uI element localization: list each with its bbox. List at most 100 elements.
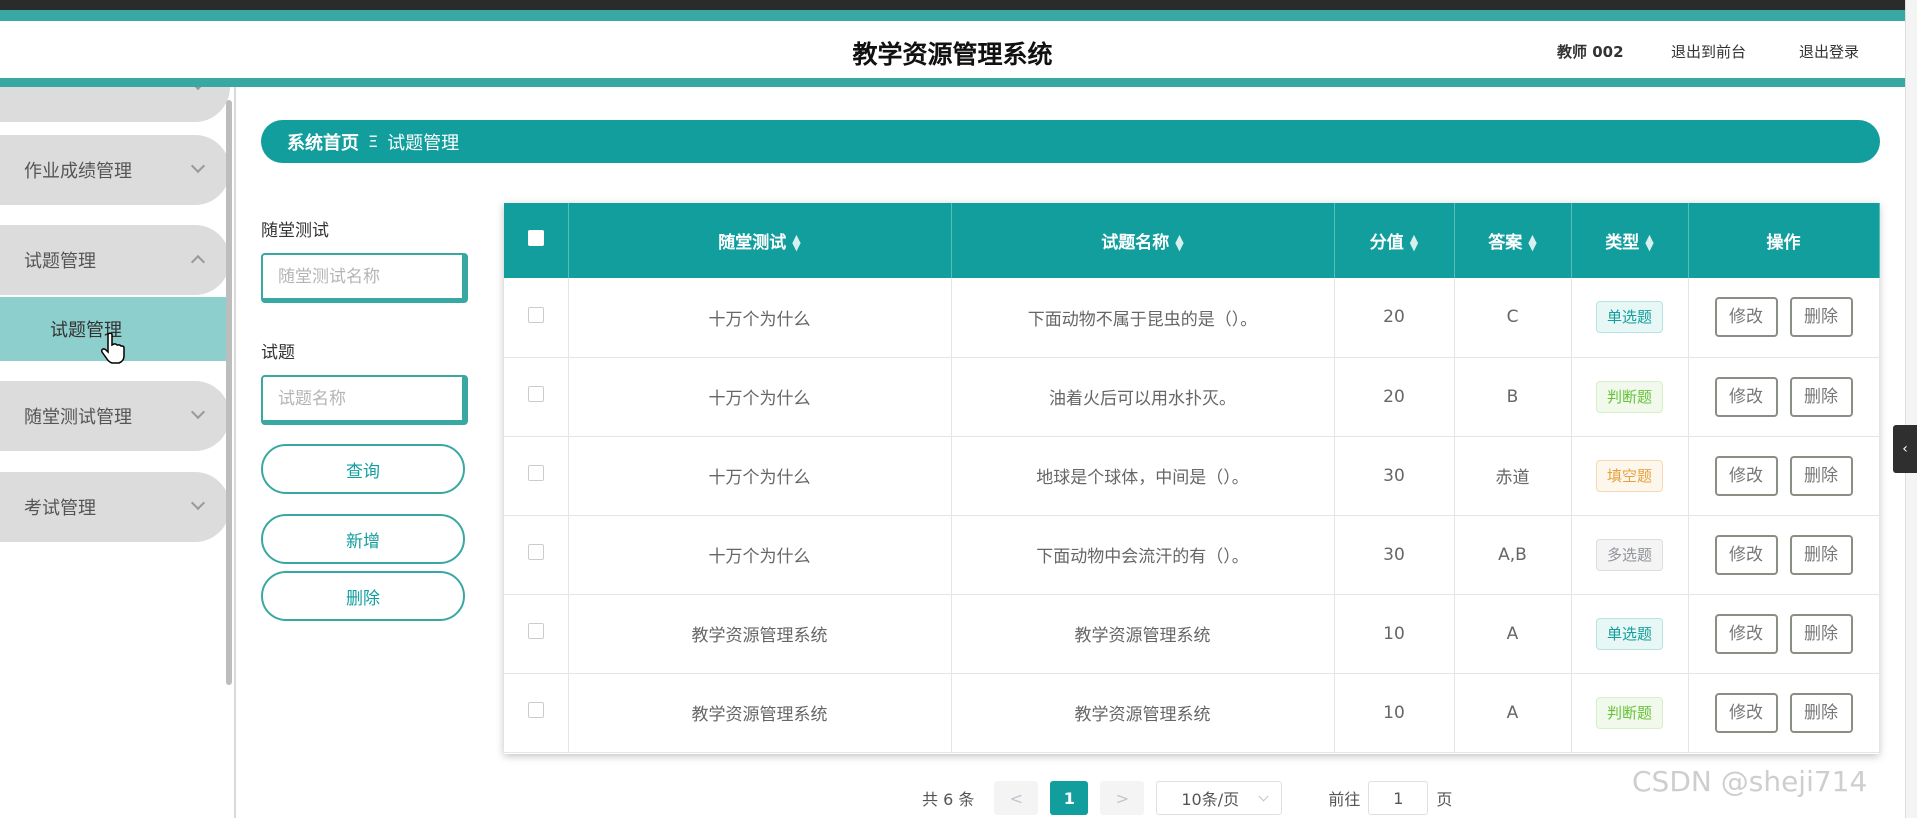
delete-button[interactable]: 删除 <box>1789 613 1853 654</box>
table-row: 教学资源管理系统 教学资源管理系统 10 A 单选题 修改 删除 <box>504 594 1880 674</box>
cell-answer: A <box>1454 594 1572 674</box>
edit-button[interactable]: 修改 <box>1714 376 1778 417</box>
type-tag: 填空题 <box>1595 459 1663 492</box>
table-header-row: 随堂测试 ▲ ▼ 试题名称 ▲ ▼ 分值 ▲ ▼ 答案 ▲ ▼ 类型 ▲ ▼ 操作 <box>504 203 1880 278</box>
table-row: 十万个为什么 下面动物不属于昆虫的是（）。 20 C 单选题 修改 删除 <box>504 278 1880 358</box>
sidebar-item-questions[interactable]: 试题管理 <box>0 225 230 295</box>
delete-button[interactable]: 删除 <box>1789 297 1853 338</box>
prev-page-button[interactable]: < <box>994 781 1039 815</box>
table-row: 十万个为什么 油着火后可以用水扑灭。 20 B 判断题 修改 删除 <box>504 357 1880 437</box>
logout-link[interactable]: 退出登录 <box>1799 41 1859 62</box>
cell-question: 下面动物中会流汗的有（）。 <box>951 515 1335 595</box>
type-tag: 多选题 <box>1595 538 1663 571</box>
column-header-score[interactable]: 分值 ▲ ▼ <box>1334 203 1455 278</box>
sidebar-divider <box>234 87 236 818</box>
sidebar-item-homework-grades[interactable]: 作业成绩管理 <box>0 135 230 205</box>
breadcrumb-separator-icon: Ξ <box>368 132 379 151</box>
query-button[interactable]: 查询 <box>261 444 465 494</box>
cell-question: 教学资源管理系统 <box>951 673 1335 753</box>
delete-button[interactable]: 删除 <box>1789 534 1853 575</box>
row-checkbox[interactable] <box>527 386 544 402</box>
collapse-panel-toggle[interactable]: ‹ <box>1893 425 1917 473</box>
goto-label: 前往 <box>1328 790 1361 809</box>
breadcrumb-current: 试题管理 <box>387 132 460 154</box>
cell-test: 教学资源管理系统 <box>568 673 952 753</box>
chevron-down-icon <box>190 404 206 420</box>
sidebar: 作业成绩管理 试题管理 试题管理 随堂测试管理 考试管理 <box>0 87 234 818</box>
watermark: CSDN @sheji714 <box>1632 765 1868 798</box>
test-label: 随堂测试 <box>261 221 329 241</box>
type-tag: 单选题 <box>1595 301 1663 334</box>
sidebar-item-exams[interactable]: 考试管理 <box>0 472 230 542</box>
table-row: 十万个为什么 地球是个球体，中间是（）。 30 赤道 填空题 修改 删除 <box>504 436 1880 516</box>
cell-score: 30 <box>1334 515 1455 595</box>
sort-icon[interactable]: ▲ ▼ <box>1528 233 1536 252</box>
select-all-checkbox[interactable] <box>527 230 544 246</box>
cell-score: 20 <box>1334 278 1455 358</box>
cell-score: 10 <box>1334 594 1455 674</box>
cell-question: 下面动物不属于昆虫的是（）。 <box>951 278 1335 358</box>
row-checkbox[interactable] <box>527 623 544 639</box>
goto-page-input[interactable]: 1 <box>1368 781 1429 815</box>
cell-score: 20 <box>1334 357 1455 437</box>
back-to-front-link[interactable]: 退出到前台 <box>1671 41 1746 62</box>
hand-cursor-icon <box>101 332 125 364</box>
cell-question: 教学资源管理系统 <box>951 594 1335 674</box>
sidebar-item-hidden[interactable] <box>0 87 230 122</box>
header: 教学资源管理系统 教师 002 退出到前台 退出登录 <box>0 21 1905 78</box>
edit-button[interactable]: 修改 <box>1714 297 1778 338</box>
chevron-up-icon <box>190 254 206 270</box>
delete-button[interactable]: 删除 <box>1789 376 1853 417</box>
row-checkbox[interactable] <box>527 544 544 560</box>
delete-button[interactable]: 删除 <box>1789 692 1853 733</box>
edit-button[interactable]: 修改 <box>1714 534 1778 575</box>
chevron-down-icon <box>190 495 206 511</box>
cell-answer: C <box>1454 278 1572 358</box>
edit-button[interactable]: 修改 <box>1714 455 1778 496</box>
sort-icon[interactable]: ▲ ▼ <box>1645 233 1653 252</box>
type-tag: 判断题 <box>1595 696 1663 729</box>
add-button[interactable]: 新增 <box>261 514 465 564</box>
right-scrollbar-track[interactable] <box>1905 0 1917 818</box>
window-top-strip <box>0 0 1917 21</box>
pagination-total: 共 6 条 <box>922 790 975 809</box>
column-header-question[interactable]: 试题名称 ▲ ▼ <box>951 203 1335 278</box>
delete-button[interactable]: 删除 <box>1789 455 1853 496</box>
column-header-actions: 操作 <box>1688 203 1880 278</box>
column-header-answer[interactable]: 答案 ▲ ▼ <box>1454 203 1572 278</box>
table-row: 十万个为什么 下面动物中会流汗的有（）。 30 A,B 多选题 修改 删除 <box>504 515 1880 595</box>
sidebar-item-class-tests[interactable]: 随堂测试管理 <box>0 381 230 451</box>
cell-answer: A <box>1454 673 1572 753</box>
sidebar-scrollbar[interactable] <box>226 100 232 685</box>
breadcrumb: 系统首页 Ξ 试题管理 <box>261 120 1880 163</box>
column-header-type[interactable]: 类型 ▲ ▼ <box>1571 203 1689 278</box>
current-user: 教师 002 <box>1557 43 1624 61</box>
cell-score: 30 <box>1334 436 1455 516</box>
page-number-button[interactable]: 1 <box>1050 781 1089 815</box>
sort-icon[interactable]: ▲ ▼ <box>1410 233 1418 252</box>
column-header-test[interactable]: 随堂测试 ▲ ▼ <box>568 203 952 278</box>
select-all-cell[interactable] <box>504 203 569 278</box>
batch-delete-button[interactable]: 删除 <box>261 571 465 621</box>
sort-icon[interactable]: ▲ ▼ <box>1175 233 1183 252</box>
next-page-button[interactable]: > <box>1100 781 1145 815</box>
row-checkbox[interactable] <box>527 465 544 481</box>
cell-answer: B <box>1454 357 1572 437</box>
sidebar-item-label: 作业成绩管理 <box>24 161 132 182</box>
question-label: 试题 <box>261 343 295 363</box>
edit-button[interactable]: 修改 <box>1714 692 1778 733</box>
chevron-down-icon <box>1258 791 1269 802</box>
question-name-input[interactable] <box>261 375 468 425</box>
cell-test: 教学资源管理系统 <box>568 594 952 674</box>
sidebar-item-label: 随堂测试管理 <box>24 407 132 428</box>
cell-test: 十万个为什么 <box>568 436 952 516</box>
test-name-input[interactable] <box>261 253 468 303</box>
type-tag: 判断题 <box>1595 380 1663 413</box>
edit-button[interactable]: 修改 <box>1714 613 1778 654</box>
breadcrumb-home[interactable]: 系统首页 <box>287 129 359 155</box>
row-checkbox[interactable] <box>527 702 544 718</box>
sort-icon[interactable]: ▲ ▼ <box>792 233 800 252</box>
row-checkbox[interactable] <box>527 306 544 323</box>
cell-score: 10 <box>1334 673 1455 753</box>
page-size-select[interactable]: 10条/页 <box>1156 781 1283 815</box>
